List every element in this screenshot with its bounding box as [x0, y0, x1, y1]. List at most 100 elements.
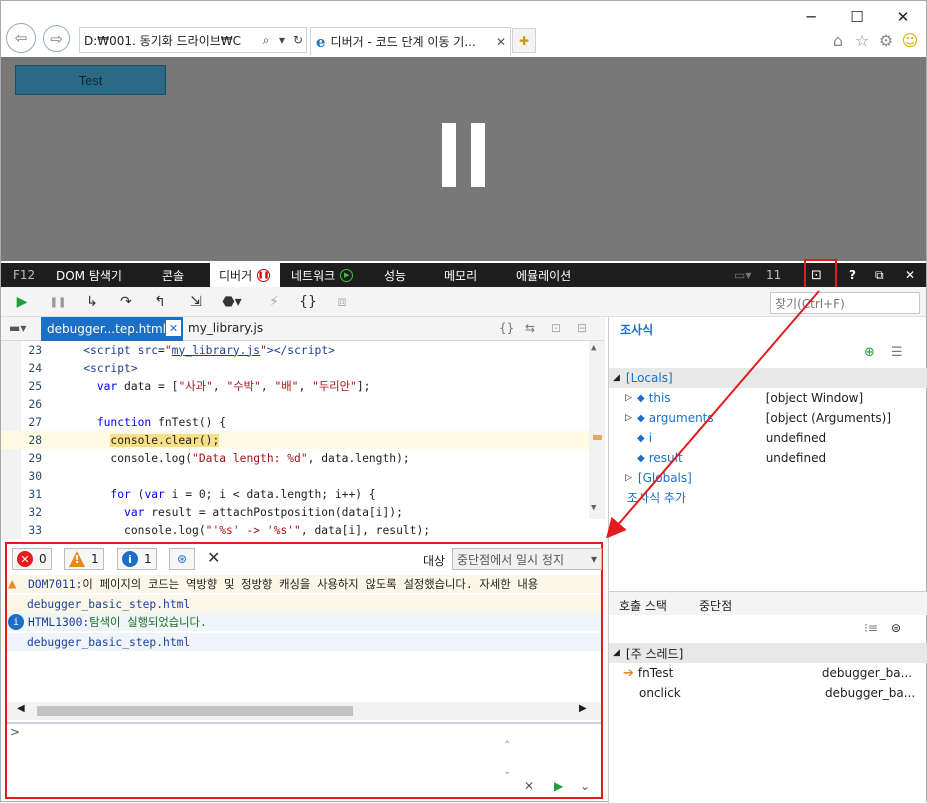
just-my-code-icon[interactable]: ⧈	[331, 292, 353, 312]
globals-row[interactable]: ▷ [Globals]	[609, 468, 927, 488]
line-number[interactable]: 31	[1, 488, 56, 501]
locals-row[interactable]: ◢ [Locals]	[609, 368, 927, 388]
file-tab-close-icon[interactable]: ✕	[166, 320, 181, 336]
browser-tab[interactable]: e 디버거 - 코드 단계 이동 기... ✕	[310, 27, 511, 55]
line-number[interactable]: 29	[1, 452, 56, 465]
refresh-icon[interactable]: ↻	[290, 33, 306, 47]
folder-icon[interactable]: ▬▾	[9, 321, 26, 335]
code-line[interactable]: 28 console.clear();	[1, 431, 589, 449]
callstack-frame[interactable]: onclick debugger_ba...	[609, 683, 927, 703]
smiley-icon[interactable]: ☺	[899, 29, 921, 51]
message-file-link[interactable]: debugger_basic_step.html	[7, 595, 601, 613]
code-line[interactable]: 32 var result = attachPostposition(data[…	[1, 503, 589, 521]
line-number[interactable]: 30	[1, 470, 56, 483]
run-icon[interactable]: ▶	[554, 779, 563, 793]
clear-on-navigate-icon[interactable]: ⊛	[169, 548, 195, 570]
watch-title[interactable]: 조사식	[620, 321, 653, 338]
screen-icon[interactable]: ▭▾	[734, 263, 751, 287]
console-input[interactable]	[25, 726, 503, 796]
thread-expand-icon[interactable]: ◢	[613, 648, 620, 658]
devtools-close-icon[interactable]: ✕	[905, 263, 915, 287]
clear-input-icon[interactable]: ✕	[524, 779, 534, 793]
add-watch-link[interactable]: 조사식 추가	[609, 487, 927, 507]
watch-variable[interactable]: ◆ i undefined	[609, 428, 927, 448]
home-icon[interactable]: ⌂	[827, 29, 849, 51]
error-count[interactable]: 11	[766, 263, 781, 287]
expand-input-icon[interactable]: ⌄	[580, 779, 590, 793]
target-select[interactable]: 중단점에서 일시 정지 ▾	[452, 548, 602, 570]
callstack-frame[interactable]: ➔ fnTest debugger_ba...	[609, 663, 927, 683]
address-bar[interactable]: D:₩001. 동기화 드라이브₩C ⌕ ▾ ↻	[79, 27, 307, 53]
step-into-icon[interactable]: ↳	[81, 292, 103, 312]
code-line[interactable]: 24 <script>	[1, 359, 589, 377]
word-wrap-icon[interactable]: ⇆	[525, 321, 535, 335]
step-over-icon[interactable]: ↷	[115, 292, 137, 312]
line-number[interactable]: 28	[1, 434, 56, 447]
file-tab-active[interactable]: debugger...tep.html	[41, 317, 183, 341]
tab-dom-explorer[interactable]: DOM 탐색기	[56, 263, 122, 287]
watch-variable[interactable]: ▷ ◆ arguments [object (Arguments)]	[609, 408, 927, 428]
watch-variable[interactable]: ▷ ◆ this [object Window]	[609, 388, 927, 408]
line-number[interactable]: 27	[1, 416, 56, 429]
pretty-print-icon[interactable]: {}	[297, 292, 319, 312]
message-file-link[interactable]: debugger_basic_step.html	[7, 633, 601, 651]
callstack-options-icon[interactable]: ⁝≡	[864, 621, 878, 635]
gear-icon[interactable]: ⚙	[875, 29, 897, 51]
tab-breakpoints[interactable]: 중단점	[699, 597, 732, 614]
code-line[interactable]: 27 function fnTest() {	[1, 413, 589, 431]
errors-filter-button[interactable]: ✕ 0	[12, 548, 52, 570]
warnings-filter-button[interactable]: ! 1	[64, 548, 104, 570]
expand-icon[interactable]: ◢	[613, 373, 620, 383]
file-tab-inactive[interactable]: my_library.js	[188, 321, 263, 335]
test-button[interactable]: Test	[15, 65, 166, 95]
input-scroll-down-icon[interactable]: ⌄	[503, 766, 511, 777]
tab-debugger[interactable]: 디버거 ❚❚	[210, 263, 280, 287]
tab-network[interactable]: 네트워크 ▶	[291, 263, 354, 287]
code-line[interactable]: 25 var data = ["사과", "수박", "배", "두리안"];	[1, 377, 589, 395]
blackbox-icon[interactable]: ⊟	[577, 321, 587, 335]
scrollbar-thumb[interactable]	[37, 706, 353, 716]
line-number[interactable]: 32	[1, 506, 56, 519]
tab-memory[interactable]: 메모리	[444, 263, 477, 287]
tab-emulation[interactable]: 에뮬레이션	[516, 263, 571, 287]
tab-title[interactable]: 디버거 - 코드 단계 이동 기...	[331, 33, 492, 50]
pretty-print-small-icon[interactable]: {}	[499, 321, 514, 335]
find-input[interactable]: 찾기(Ctrl+F)	[770, 292, 920, 314]
search-icon[interactable]: ⌕	[258, 33, 274, 48]
favorites-icon[interactable]: ☆	[851, 29, 873, 51]
delete-all-watches-icon[interactable]: ☰	[891, 345, 903, 360]
chevron-down-icon[interactable]: ▾	[587, 552, 601, 566]
new-tab-icon[interactable]: ✚	[512, 28, 536, 53]
expand-icon[interactable]: ▷	[625, 393, 637, 403]
line-number[interactable]: 25	[1, 380, 56, 393]
code-line[interactable]: 33 console.log("'%s' -> '%s'", data[i], …	[1, 521, 589, 539]
help-icon[interactable]: ?	[849, 263, 856, 287]
step-out-icon[interactable]: ↰	[149, 292, 171, 312]
continue-icon[interactable]: ▶	[11, 292, 33, 312]
tab-console[interactable]: 콘솔	[162, 263, 184, 287]
tab-close-icon[interactable]: ✕	[492, 35, 510, 49]
code-editor[interactable]: ➔ 23 <script src="my_library.js"></scrip…	[1, 341, 605, 539]
file-link[interactable]: debugger_basic_step.html	[27, 636, 190, 649]
disconnect-icon[interactable]: ⚡	[263, 292, 285, 312]
line-number[interactable]: 33	[1, 524, 56, 537]
code-line[interactable]: 23 <script src="my_library.js"></script>	[1, 341, 589, 359]
show-async-icon[interactable]: ⊜	[891, 621, 901, 635]
tab-callstack[interactable]: 호출 스택	[619, 597, 667, 614]
scroll-left-icon[interactable]: ◀	[17, 703, 25, 714]
watch-variable[interactable]: ◆ result undefined	[609, 448, 927, 468]
line-number[interactable]: 23	[1, 344, 56, 357]
source-map-icon[interactable]: ⊡	[551, 321, 561, 335]
back-icon[interactable]: ⇦	[6, 23, 36, 53]
file-link[interactable]: debugger_basic_step.html	[27, 598, 190, 611]
code-line[interactable]: 26	[1, 395, 589, 413]
clear-console-icon[interactable]: ✕	[207, 548, 220, 567]
dropdown-icon[interactable]: ▾	[274, 33, 290, 47]
code-scrollbar[interactable]: ▲ ▼	[589, 341, 605, 519]
break-on-new-worker-icon[interactable]: ⇲	[185, 292, 207, 312]
tab-performance[interactable]: 성능	[384, 263, 406, 287]
code-line[interactable]: 30	[1, 467, 589, 485]
expand-icon[interactable]: ▷	[625, 413, 637, 423]
thread-row[interactable]: ◢ [주 스레드]	[609, 643, 927, 663]
collapse-icon[interactable]: ▷	[625, 473, 632, 483]
